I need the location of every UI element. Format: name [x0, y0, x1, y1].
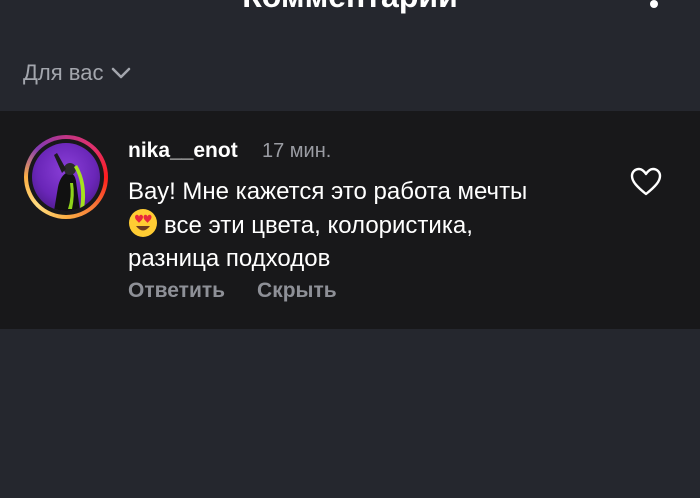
comment-text: Вау! Мне кажется это работа мечты все эт… — [128, 175, 608, 275]
heart-eyes-emoji-icon — [129, 209, 157, 237]
comment-timestamp: 17 мин. — [262, 140, 332, 162]
sort-filter-dropdown[interactable]: Для вас — [23, 60, 131, 86]
comment-text-line-1: Вау! Мне кажется это работа мечты — [128, 178, 528, 205]
comment-text-line-2-text: все эти цвета, колористика, — [164, 212, 473, 239]
comment-text-line-2: все эти цвета, колористика, — [128, 208, 608, 242]
comment-username[interactable]: nika__enot — [128, 139, 238, 163]
chevron-down-icon — [112, 67, 131, 79]
hide-button[interactable]: Скрыть — [257, 279, 337, 303]
reply-button[interactable]: Ответить — [128, 279, 225, 303]
avatar-image — [32, 143, 100, 211]
heart-icon[interactable] — [630, 167, 662, 197]
comment-actions: Ответить Скрыть — [128, 279, 337, 303]
more-options-icon[interactable] — [650, 0, 658, 8]
sort-filter-label: Для вас — [23, 60, 104, 85]
avatar[interactable] — [24, 135, 108, 219]
page-title: Комментарии — [0, 0, 700, 14]
comment-text-line-3: разница подходов — [128, 245, 331, 272]
comment-item: nika__enot 17 мин. Вау! Мне кажется это … — [0, 111, 700, 329]
